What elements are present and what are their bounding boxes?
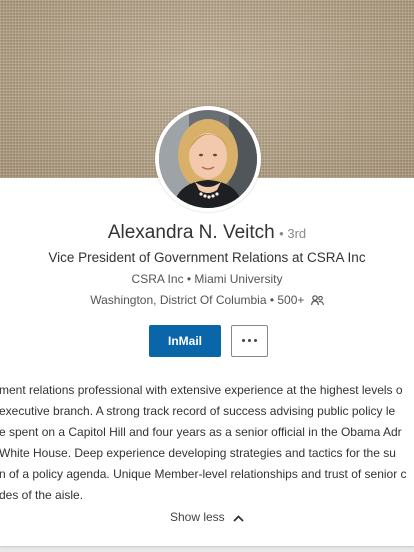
- inmail-button[interactable]: InMail: [149, 325, 221, 357]
- company-school-line: CSRA Inc • Miami University: [131, 272, 283, 286]
- chevron-up-icon: [233, 515, 244, 522]
- ellipsis-icon: [242, 339, 245, 342]
- location-text: Washington, District Of Columbia • 500+: [90, 293, 305, 307]
- profile-card: Alexandra N. Veitch • 3rd Vice President…: [0, 0, 414, 546]
- avatar-image: [159, 110, 257, 208]
- show-less-toggle[interactable]: Show less: [0, 510, 414, 524]
- connections-icon: [310, 295, 324, 306]
- more-actions-button[interactable]: [231, 325, 268, 357]
- show-less-label: Show less: [169, 510, 225, 524]
- summary-line: ment relations professional with extensi…: [0, 383, 403, 397]
- profile-name: Alexandra N. Veitch: [107, 222, 275, 243]
- summary-line: des of the aisle.: [0, 488, 84, 502]
- name-row: Alexandra N. Veitch • 3rd: [0, 222, 414, 244]
- connection-degree: • 3rd: [279, 226, 307, 241]
- summary-line: executive branch. A strong track record …: [0, 404, 396, 418]
- ellipsis-dot: [248, 339, 251, 342]
- location-connections-line: Washington, District Of Columbia • 500+: [0, 293, 414, 307]
- profile-headline: Vice President of Government Relations a…: [48, 250, 366, 265]
- summary-line: n of a policy agenda. Unique Member-leve…: [0, 467, 407, 481]
- ellipsis-dot: [254, 339, 257, 342]
- summary-text: ment relations professional with extensi…: [0, 380, 414, 506]
- summary-line: White House. Deep experience developing …: [0, 446, 396, 460]
- profile-photo[interactable]: [155, 106, 261, 212]
- summary-line: e spent on a Capitol Hill and four years…: [0, 425, 402, 439]
